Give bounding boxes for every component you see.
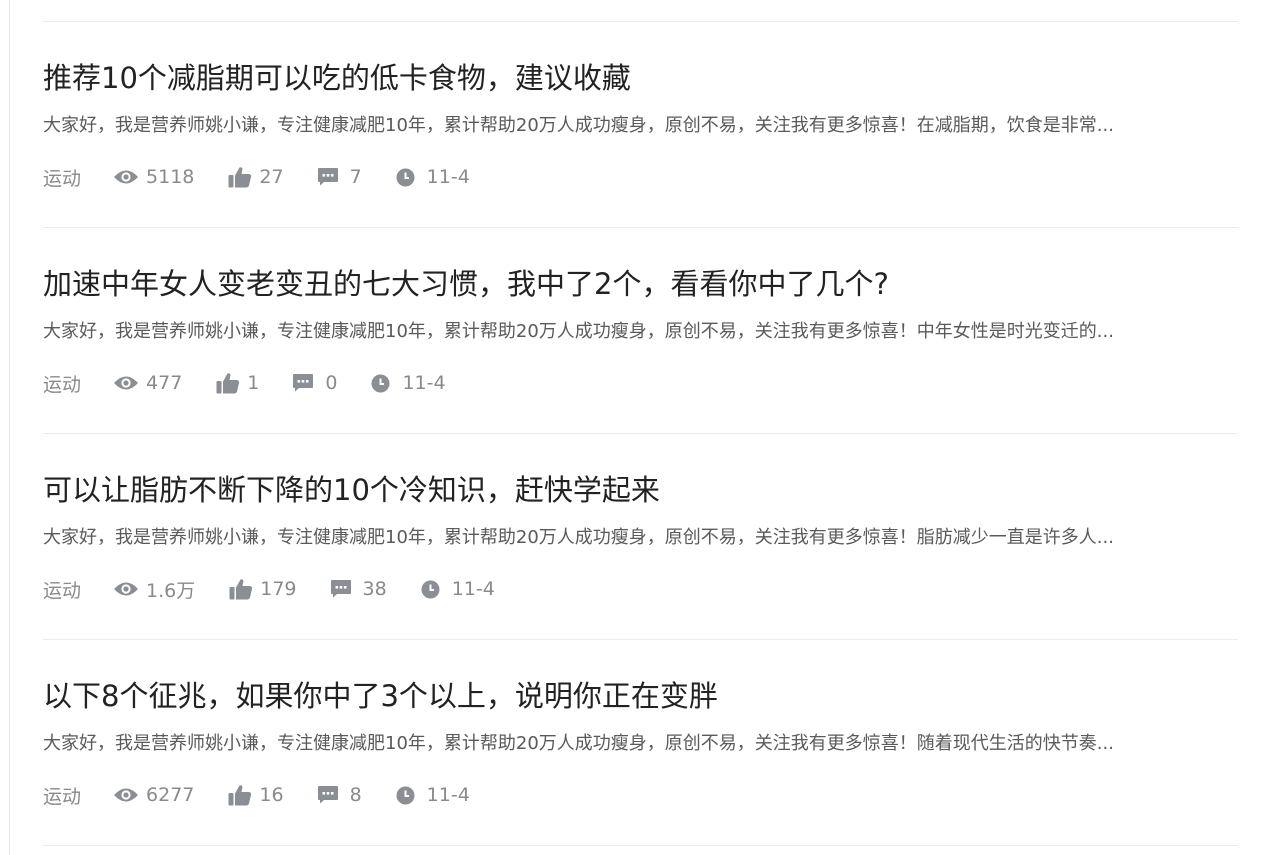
thumbs-up-icon bbox=[228, 785, 252, 806]
thumbs-up-icon bbox=[216, 373, 240, 394]
publish-date-value: 11-4 bbox=[402, 372, 446, 394]
article-summary: 大家好，我是营养师姚小谦，专注健康减肥10年，累计帮助20万人成功瘦身，原创不易… bbox=[43, 321, 1114, 342]
clock-icon bbox=[371, 374, 390, 392]
clock-icon bbox=[396, 168, 415, 186]
article-title[interactable]: 可以让脂肪不断下降的10个冷知识，赶快学起来 bbox=[43, 468, 660, 512]
view-count: 5118 bbox=[113, 166, 194, 188]
article-title[interactable]: 推荐10个减脂期可以吃的低卡食物，建议收藏 bbox=[43, 56, 631, 100]
article-category[interactable]: 运动 bbox=[43, 576, 81, 603]
comment-button[interactable]: 7 bbox=[317, 166, 362, 188]
view-count-value: 5118 bbox=[146, 166, 195, 188]
comment-icon bbox=[317, 168, 338, 186]
publish-date-value: 11-4 bbox=[426, 784, 470, 806]
publish-date: 11-4 bbox=[371, 372, 446, 394]
comment-button[interactable]: 8 bbox=[317, 784, 362, 806]
publish-date-value: 11-4 bbox=[451, 578, 495, 600]
like-count-value: 27 bbox=[259, 166, 284, 188]
comment-button[interactable]: 0 bbox=[293, 372, 337, 394]
publish-date-value: 11-4 bbox=[426, 166, 470, 188]
article-meta: 运动 5118 27 7 11-4 bbox=[43, 163, 504, 191]
article-feed: 推荐10个减脂期可以吃的低卡食物，建议收藏 大家好，我是营养师姚小谦，专注健康减… bbox=[43, 21, 1238, 846]
view-count: 6277 bbox=[113, 784, 194, 806]
view-count-value: 6277 bbox=[146, 784, 195, 806]
like-button[interactable]: 27 bbox=[228, 166, 284, 188]
article-list-page: 推荐10个减脂期可以吃的低卡食物，建议收藏 大家好，我是营养师姚小谦，专注健康减… bbox=[0, 0, 1280, 855]
comment-icon bbox=[330, 580, 351, 598]
comment-count-value: 7 bbox=[349, 166, 362, 188]
comment-count-value: 0 bbox=[325, 372, 338, 394]
like-button[interactable]: 16 bbox=[228, 784, 284, 806]
divider bbox=[43, 845, 1238, 846]
article-category[interactable]: 运动 bbox=[43, 782, 81, 809]
eye-icon bbox=[114, 376, 139, 390]
comment-icon bbox=[293, 374, 314, 392]
article-card[interactable]: 加速中年女人变老变丑的七大习惯，我中了2个，看看你中了几个? 大家好，我是营养师… bbox=[43, 228, 1238, 433]
article-title[interactable]: 加速中年女人变老变丑的七大习惯，我中了2个，看看你中了几个? bbox=[43, 262, 889, 306]
left-border bbox=[9, 0, 10, 855]
view-count: 1.6万 bbox=[113, 576, 195, 603]
eye-icon bbox=[114, 788, 139, 802]
article-card[interactable]: 推荐10个减脂期可以吃的低卡食物，建议收藏 大家好，我是营养师姚小谦，专注健康减… bbox=[43, 22, 1238, 227]
clock-icon bbox=[396, 786, 415, 804]
comment-count-value: 8 bbox=[349, 784, 362, 806]
view-count-value: 477 bbox=[146, 372, 183, 394]
view-count-value: 1.6万 bbox=[146, 579, 196, 602]
comment-count-value: 38 bbox=[362, 578, 387, 600]
like-button[interactable]: 1 bbox=[216, 372, 259, 394]
comment-icon bbox=[317, 786, 338, 804]
publish-date: 11-4 bbox=[396, 784, 470, 806]
article-meta: 运动 1.6万 179 38 11-4 bbox=[43, 575, 529, 603]
article-card[interactable]: 以下8个征兆，如果你中了3个以上，说明你正在变胖 大家好，我是营养师姚小谦，专注… bbox=[43, 640, 1238, 845]
article-category[interactable]: 运动 bbox=[43, 164, 81, 191]
article-summary: 大家好，我是营养师姚小谦，专注健康减肥10年，累计帮助20万人成功瘦身，原创不易… bbox=[43, 527, 1114, 548]
eye-icon bbox=[114, 170, 139, 184]
like-count-value: 16 bbox=[259, 784, 284, 806]
like-button[interactable]: 179 bbox=[229, 578, 297, 600]
article-summary: 大家好，我是营养师姚小谦，专注健康减肥10年，累计帮助20万人成功瘦身，原创不易… bbox=[43, 115, 1114, 136]
publish-date: 11-4 bbox=[396, 166, 470, 188]
thumbs-up-icon bbox=[229, 579, 253, 600]
like-count-value: 179 bbox=[260, 578, 297, 600]
article-category[interactable]: 运动 bbox=[43, 370, 81, 397]
view-count: 477 bbox=[113, 372, 182, 394]
article-title[interactable]: 以下8个征兆，如果你中了3个以上，说明你正在变胖 bbox=[43, 674, 718, 718]
article-summary: 大家好，我是营养师姚小谦，专注健康减肥10年，累计帮助20万人成功瘦身，原创不易… bbox=[43, 733, 1114, 754]
publish-date: 11-4 bbox=[421, 578, 495, 600]
like-count-value: 1 bbox=[247, 372, 260, 394]
article-meta: 运动 477 1 0 11-4 bbox=[43, 369, 480, 397]
clock-icon bbox=[421, 580, 440, 598]
thumbs-up-icon bbox=[228, 167, 252, 188]
eye-icon bbox=[114, 582, 139, 596]
comment-button[interactable]: 38 bbox=[330, 578, 387, 600]
article-card[interactable]: 可以让脂肪不断下降的10个冷知识，赶快学起来 大家好，我是营养师姚小谦，专注健康… bbox=[43, 434, 1238, 639]
article-meta: 运动 6277 16 8 11-4 bbox=[43, 781, 504, 809]
